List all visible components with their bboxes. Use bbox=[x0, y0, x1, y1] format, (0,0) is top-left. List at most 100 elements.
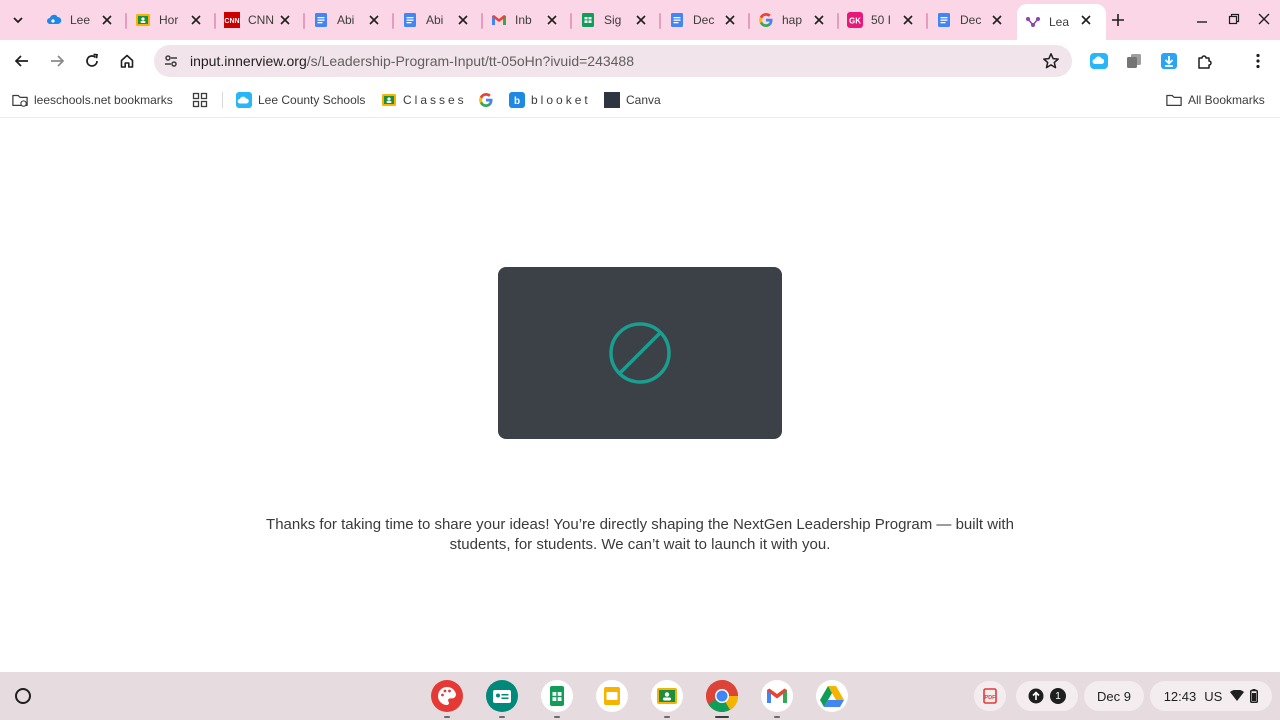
home-button[interactable] bbox=[114, 48, 140, 74]
back-button[interactable] bbox=[9, 48, 35, 74]
onedrive-cloud-icon bbox=[236, 92, 252, 108]
shelf-app-slides[interactable] bbox=[594, 678, 630, 714]
tab-lee[interactable]: Lee bbox=[38, 4, 127, 36]
shelf-app-canvas[interactable] bbox=[429, 678, 465, 718]
address-bar[interactable]: input.innerview.org/s/Leadership-Program… bbox=[154, 45, 1072, 77]
arrow-right-icon bbox=[51, 55, 65, 67]
blocked-circle-icon bbox=[609, 322, 671, 384]
shelf-app-chrome[interactable] bbox=[704, 678, 740, 718]
date-tray[interactable]: Dec 9 bbox=[1084, 681, 1144, 711]
innerview-icon bbox=[1025, 14, 1041, 30]
reload-button[interactable] bbox=[79, 48, 105, 74]
close-icon[interactable] bbox=[989, 12, 1005, 28]
close-icon[interactable] bbox=[99, 12, 115, 28]
bookmark-label: leeschools.net bookmarks bbox=[34, 93, 173, 107]
chevron-down-icon bbox=[13, 17, 23, 24]
close-icon[interactable] bbox=[633, 12, 649, 28]
shelf-app-id-card[interactable] bbox=[484, 678, 520, 718]
close-icon bbox=[1258, 13, 1270, 25]
close-icon[interactable] bbox=[900, 12, 916, 28]
os-shelf: PDF 1 Dec 9 12:43 US bbox=[0, 672, 1280, 720]
pdf-icon: PDF bbox=[983, 688, 997, 704]
status-tray[interactable]: 12:43 US bbox=[1150, 681, 1272, 711]
url-text[interactable]: input.innerview.org/s/Leadership-Program… bbox=[190, 53, 634, 69]
close-icon[interactable] bbox=[277, 12, 293, 28]
arrow-left-icon bbox=[14, 55, 28, 67]
locale-text: US bbox=[1204, 688, 1223, 704]
tab-dec-2[interactable]: Dec bbox=[928, 4, 1017, 36]
running-indicator bbox=[444, 716, 450, 718]
tab-cnn[interactable]: CNN CNN bbox=[216, 4, 305, 36]
svg-text:GK: GK bbox=[849, 17, 861, 26]
close-icon[interactable] bbox=[811, 12, 827, 28]
shelf-app-classroom[interactable] bbox=[649, 678, 685, 718]
plus-icon bbox=[1112, 14, 1124, 26]
video-unavailable-box bbox=[498, 267, 782, 439]
tab-inbox[interactable]: Inb bbox=[483, 4, 572, 36]
managed-folder-icon bbox=[12, 92, 28, 108]
notification-count: 1 bbox=[1055, 690, 1061, 702]
bookmark-star-icon[interactable] bbox=[1042, 52, 1060, 70]
apps-shortcut[interactable] bbox=[192, 90, 214, 110]
close-window-button[interactable] bbox=[1250, 6, 1278, 32]
bookmark-google[interactable] bbox=[478, 90, 500, 110]
shelf-app-drive[interactable] bbox=[814, 678, 850, 714]
close-icon[interactable] bbox=[455, 12, 471, 28]
extensions-puzzle-icon[interactable] bbox=[1195, 51, 1215, 71]
close-icon[interactable] bbox=[544, 12, 560, 28]
shelf-app-sheets[interactable] bbox=[539, 678, 575, 718]
google-sheets-icon bbox=[541, 680, 573, 712]
all-bookmarks-folder[interactable]: All Bookmarks bbox=[1166, 90, 1265, 110]
google-g-icon bbox=[478, 92, 494, 108]
battery-icon bbox=[1250, 689, 1259, 703]
time-text: 12:43 bbox=[1163, 688, 1197, 704]
tab-title: Dec bbox=[693, 13, 715, 27]
running-indicator bbox=[554, 716, 560, 718]
tab-title: hap bbox=[782, 13, 803, 27]
bookmark-label: Lee County Schools bbox=[258, 93, 366, 107]
close-icon[interactable] bbox=[188, 12, 204, 28]
svg-text:PDF: PDF bbox=[985, 695, 997, 701]
google-sheets-icon bbox=[580, 12, 596, 28]
tab-sign[interactable]: Sig bbox=[572, 4, 661, 36]
bookmark-lee-county-schools[interactable]: Lee County Schools bbox=[236, 90, 365, 110]
bookmark-classes[interactable]: Classes bbox=[381, 90, 467, 110]
onedrive-cloud-icon bbox=[46, 12, 62, 28]
extension-download-icon[interactable] bbox=[1159, 51, 1179, 71]
bookmark-managed-folder[interactable]: leeschools.net bookmarks bbox=[12, 90, 173, 110]
minimize-button[interactable] bbox=[1188, 6, 1216, 32]
blooket-icon: b bbox=[509, 92, 525, 108]
tab-50[interactable]: GK 50 I bbox=[839, 4, 928, 36]
tab-leadership-active[interactable]: Lea bbox=[1017, 4, 1106, 40]
tab-dec-1[interactable]: Dec bbox=[661, 4, 750, 36]
cnn-icon: CNN bbox=[224, 12, 240, 28]
bookmark-label: All Bookmarks bbox=[1188, 93, 1265, 107]
tab-search-button[interactable] bbox=[6, 8, 30, 32]
bookmark-canva[interactable]: Canva bbox=[604, 90, 661, 110]
tab-abi-2[interactable]: Abi bbox=[394, 4, 483, 36]
restore-button[interactable] bbox=[1220, 6, 1248, 32]
message-line-1: Thanks for taking time to share your ide… bbox=[266, 516, 1014, 533]
tab-home[interactable]: Hor bbox=[127, 4, 216, 36]
forward-button[interactable] bbox=[44, 48, 70, 74]
canva-icon bbox=[604, 92, 620, 108]
google-docs-icon bbox=[402, 12, 418, 28]
menu-kebab-icon[interactable] bbox=[1248, 51, 1268, 71]
extension-cloud-icon[interactable] bbox=[1089, 51, 1109, 71]
tab-hap[interactable]: hap bbox=[750, 4, 839, 36]
close-icon[interactable] bbox=[722, 12, 738, 28]
new-tab-button[interactable] bbox=[1106, 8, 1130, 32]
shelf-pdf-app[interactable]: PDF bbox=[974, 681, 1006, 711]
shelf-app-gmail[interactable] bbox=[759, 678, 795, 718]
launcher-button[interactable] bbox=[11, 684, 35, 708]
notification-count-badge: 1 bbox=[1050, 688, 1066, 704]
bookmark-label: Classes bbox=[403, 93, 467, 107]
tab-abi-1[interactable]: Abi bbox=[305, 4, 394, 36]
notification-tray[interactable]: 1 bbox=[1016, 681, 1078, 711]
close-icon[interactable] bbox=[1078, 12, 1094, 28]
bookmark-blooket[interactable]: b blooket bbox=[509, 90, 591, 110]
extension-copies-icon[interactable] bbox=[1124, 51, 1144, 71]
close-icon[interactable] bbox=[366, 12, 382, 28]
bookmarks-bar: leeschools.net bookmarks Lee County Scho… bbox=[0, 82, 1280, 118]
site-info-icon[interactable] bbox=[162, 52, 180, 70]
